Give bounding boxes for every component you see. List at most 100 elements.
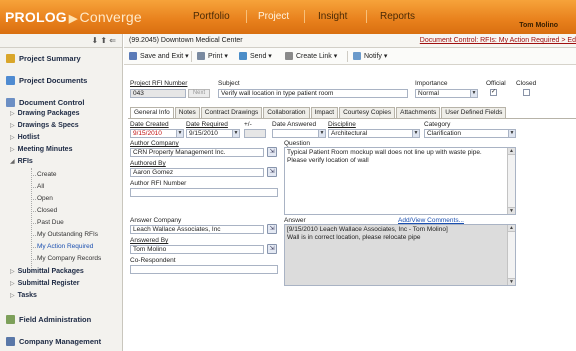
category-select[interactable]: Clarification ▼ — [424, 129, 516, 138]
app-logo[interactable]: PROLOG ▶ Converge — [5, 9, 142, 25]
sidebar-item-drawing-packages[interactable]: ▷ Drawing Packages — [10, 110, 80, 117]
answer-textarea[interactable]: [9/15/2010 Leach Wallace Associates, Inc… — [284, 224, 516, 286]
create-link-button[interactable]: Create Link ▾ — [285, 52, 337, 60]
tab-notes[interactable]: Notes — [174, 107, 200, 118]
notify-button[interactable]: Notify ▾ — [353, 52, 387, 60]
user-name[interactable]: Tom Molino — [519, 22, 558, 29]
rfi-sub-open[interactable]: Open — [37, 195, 53, 202]
calendar-dropdown-icon[interactable]: ▼ — [318, 130, 325, 137]
tab-courtesy-copies[interactable]: Courtesy Copies — [339, 107, 396, 118]
sidebar-item-drawings-specs[interactable]: ▷ Drawings & Specs — [10, 122, 79, 129]
tab-general-info[interactable]: General Info — [130, 107, 174, 118]
expand-icon[interactable]: ▷ — [10, 135, 15, 141]
expand-icon[interactable]: ▷ — [10, 293, 15, 299]
days-offset-field — [244, 129, 266, 138]
rfi-sub-all[interactable]: All — [37, 183, 44, 190]
field-admin-icon — [6, 315, 15, 324]
print-button[interactable]: Print ▾ — [197, 52, 228, 60]
tree-tick — [31, 259, 36, 260]
sidebar-item-submittal-register[interactable]: ▷ Submittal Register — [10, 280, 79, 287]
nav-divider — [246, 10, 247, 23]
contact-picker-icon[interactable]: ⇲ — [267, 167, 277, 177]
breadcrumb-link[interactable]: Document Control: RFIs: My Action Requir… — [420, 37, 576, 44]
rfi-sub-past-due[interactable]: Past Due — [37, 219, 64, 226]
company-icon — [6, 337, 15, 346]
answered-by-label: Answered By — [130, 237, 169, 244]
expand-icon[interactable]: ▷ — [10, 269, 15, 275]
rfi-sub-my-outstanding[interactable]: My Outstanding RFIs — [37, 231, 98, 238]
sidebar-item-hotlist[interactable]: ▷ Hotlist — [10, 134, 39, 141]
contact-picker-icon[interactable]: ⇲ — [267, 244, 277, 254]
add-view-comments-link[interactable]: Add/View Comments... — [398, 217, 464, 224]
subject-field[interactable]: Verify wall location in type patient roo… — [218, 89, 408, 98]
discipline-select[interactable]: Architectural ▼ — [328, 129, 420, 138]
tree-tick — [31, 235, 36, 236]
tab-collaboration[interactable]: Collaboration — [263, 107, 310, 118]
sidebar-nav-arrows[interactable]: ⬇ ⬆ ⇐ — [0, 34, 122, 48]
expand-icon[interactable]: ▷ — [10, 147, 15, 153]
authored-by-label: Authored By — [130, 160, 166, 167]
date-answered-field[interactable]: ▼ — [272, 129, 326, 138]
author-company-field[interactable]: CRN Property Management Inc. — [130, 148, 264, 157]
sidebar-item-meeting-minutes[interactable]: ▷ Meeting Minutes — [10, 146, 72, 153]
tab-impact[interactable]: Impact — [310, 107, 339, 118]
calendar-dropdown-icon[interactable]: ▼ — [176, 130, 183, 137]
collapse-icon[interactable]: ◢ — [10, 159, 15, 165]
discipline-label: Discipline — [328, 121, 356, 128]
answer-company-field[interactable]: Leach Wallace Associates, Inc — [130, 225, 264, 234]
tab-attachments[interactable]: Attachments — [396, 107, 441, 118]
sidebar-item-company-management[interactable]: Company Management — [6, 337, 101, 346]
sidebar-item-field-administration[interactable]: Field Administration — [6, 315, 91, 324]
rfi-sub-my-action-required[interactable]: My Action Required — [37, 243, 93, 250]
scroll-up-icon[interactable]: ▲ — [508, 148, 515, 155]
tree-tick — [31, 187, 36, 188]
authored-by-field[interactable]: Aaron Gomez — [130, 168, 264, 177]
date-created-field[interactable]: 9/15/2010 ▼ — [130, 129, 184, 138]
nav-reports[interactable]: Reports — [380, 11, 415, 22]
chevron-down-icon: ▼ — [508, 130, 515, 137]
tree-tick — [31, 223, 36, 224]
expand-icon[interactable]: ▷ — [10, 281, 15, 287]
next-button[interactable]: Next — [188, 89, 210, 98]
calendar-dropdown-icon[interactable]: ▼ — [232, 130, 239, 137]
sidebar-item-submittal-packages[interactable]: ▷ Submittal Packages — [10, 268, 84, 275]
company-picker-icon[interactable]: ⇲ — [267, 224, 277, 234]
scroll-down-icon[interactable]: ▼ — [508, 278, 515, 285]
nav-project[interactable]: Project — [258, 11, 289, 22]
toolbar: Save and Exit ▾ Print ▾ Send ▾ Create Li… — [124, 48, 576, 65]
rfi-sub-closed[interactable]: Closed — [37, 207, 57, 214]
scrollbar[interactable]: ▲ ▼ — [507, 148, 515, 214]
scroll-down-icon[interactable]: ▼ — [508, 207, 515, 214]
nav-portfolio[interactable]: Portfolio — [193, 11, 230, 22]
sidebar-item-rfis[interactable]: ◢ RFIs — [10, 158, 33, 165]
tab-contract-drawings[interactable]: Contract Drawings — [200, 107, 263, 118]
sidebar-item-document-control[interactable]: Document Control — [6, 98, 84, 107]
sidebar: ⬇ ⬆ ⇐ Project Summary Project Documents … — [0, 34, 123, 351]
nav-insight[interactable]: Insight — [318, 11, 347, 22]
sidebar-item-project-summary[interactable]: Project Summary — [6, 54, 81, 63]
expand-icon[interactable]: ▷ — [10, 111, 15, 117]
author-rfi-number-label: Author RFI Number — [130, 180, 187, 187]
sidebar-item-tasks[interactable]: ▷ Tasks — [10, 292, 37, 299]
answered-by-field[interactable]: Tom Molino — [130, 245, 264, 254]
save-and-exit-button[interactable]: Save and Exit ▾ — [129, 52, 189, 60]
scroll-up-icon[interactable]: ▲ — [508, 225, 515, 232]
sidebar-item-project-documents[interactable]: Project Documents — [6, 76, 87, 85]
company-picker-icon[interactable]: ⇲ — [267, 147, 277, 157]
question-textarea[interactable]: Typical Patient Room mockup wall does no… — [284, 147, 516, 215]
tab-user-defined-fields[interactable]: User Defined Fields — [441, 107, 507, 118]
author-rfi-number-field[interactable] — [130, 188, 278, 197]
scrollbar[interactable]: ▲ ▼ — [507, 225, 515, 285]
category-label: Category — [424, 121, 451, 128]
rfi-sub-create[interactable]: Create — [37, 171, 57, 178]
official-label: Official — [486, 80, 506, 87]
notify-icon — [353, 52, 361, 60]
corespondent-field[interactable] — [130, 265, 278, 274]
closed-checkbox[interactable] — [523, 89, 530, 96]
rfi-sub-my-company-records[interactable]: My Company Records — [37, 255, 101, 262]
official-checkbox[interactable]: ✓ — [490, 89, 497, 96]
importance-select[interactable]: Normal ▼ — [415, 89, 478, 98]
date-required-field[interactable]: 9/15/2010 ▼ — [186, 129, 240, 138]
expand-icon[interactable]: ▷ — [10, 123, 15, 129]
send-button[interactable]: Send ▾ — [239, 52, 272, 60]
